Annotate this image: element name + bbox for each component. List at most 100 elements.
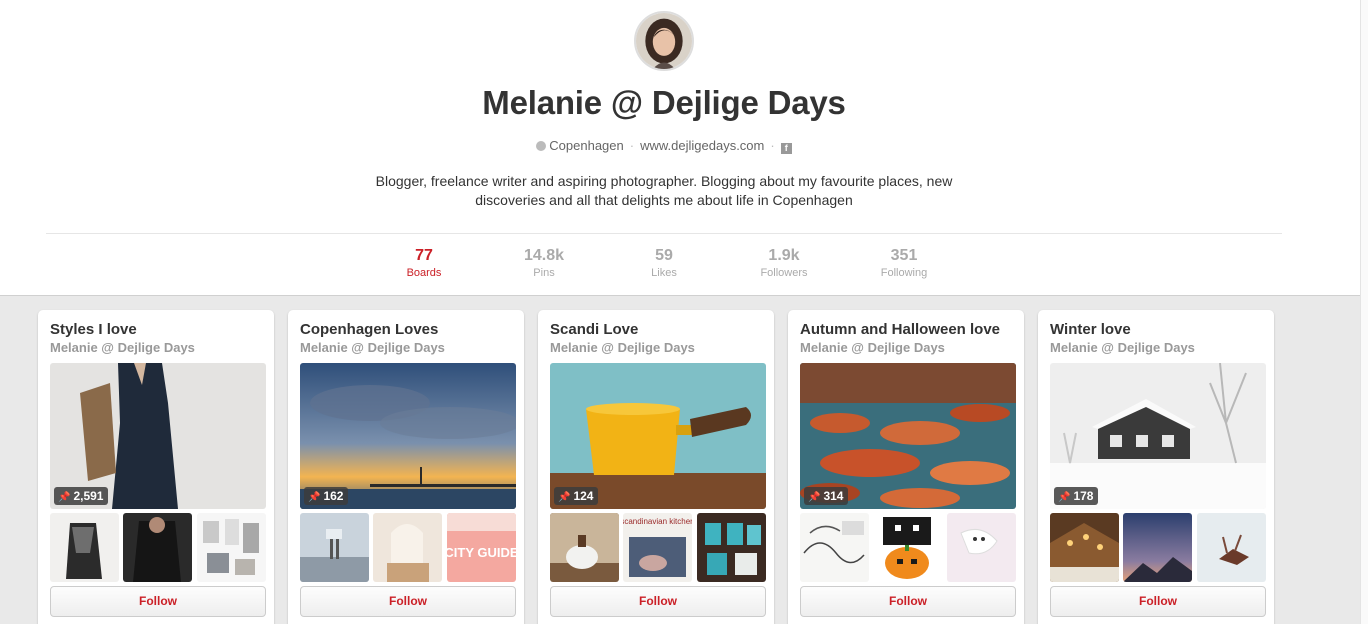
board-thumbnail[interactable] xyxy=(800,513,869,582)
board-cover-image[interactable]: 📌 314 xyxy=(800,363,1016,509)
avatar[interactable] xyxy=(634,11,694,71)
board-owner[interactable]: Melanie @ Dejlige Days xyxy=(800,340,945,355)
stat-pins-value: 14.8k xyxy=(523,247,565,264)
pin-count: 178 xyxy=(1073,489,1094,503)
thumbnail-photo xyxy=(300,513,369,582)
stat-likes[interactable]: 59 Likes xyxy=(619,247,709,279)
profile-about: Blogger, freelance writer and aspiring p… xyxy=(375,173,953,208)
board-owner[interactable]: Melanie @ Dejlige Days xyxy=(550,340,695,355)
board-card[interactable]: Copenhagen Loves Melanie @ Dejlige Days … xyxy=(288,310,524,624)
board-title[interactable]: Styles I love xyxy=(50,321,137,338)
stat-following-value: 351 xyxy=(890,247,918,264)
stat-followers-value: 1.9k xyxy=(768,247,800,264)
stat-pins-label: Pins xyxy=(533,267,555,279)
thumbnail-photo xyxy=(373,513,442,582)
board-card[interactable]: Styles I love Melanie @ Dejlige Days 📌 2,… xyxy=(38,310,274,624)
pin-count: 2,591 xyxy=(73,489,104,503)
follow-button[interactable]: Follow xyxy=(550,586,766,617)
stat-following-label: Following xyxy=(880,267,928,279)
profile-meta: Copenhagen · www.dejligedays.com · f xyxy=(0,138,1328,154)
pin-icon: 📌 xyxy=(308,492,321,503)
separator-dot: · xyxy=(629,138,635,153)
board-thumbnail[interactable] xyxy=(947,513,1016,582)
stat-boards-value: 77 xyxy=(415,247,433,264)
profile-location: Copenhagen xyxy=(549,138,624,153)
stat-followers-label: Followers xyxy=(760,267,808,279)
pin-count-badge: 📌 2,591 xyxy=(54,487,109,505)
board-thumbnail[interactable] xyxy=(550,513,619,582)
board-owner[interactable]: Melanie @ Dejlige Days xyxy=(50,340,195,355)
thumbnail-text: scandinavian kitchen xyxy=(623,517,692,526)
board-cover-image[interactable]: 📌 124 xyxy=(550,363,766,509)
board-thumbnail[interactable] xyxy=(300,513,369,582)
pin-count-badge: 📌 124 xyxy=(554,487,599,505)
profile-header: Melanie @ Dejlige Days Copenhagen · www.de… xyxy=(0,0,1368,296)
follow-button[interactable]: Follow xyxy=(300,586,516,617)
board-thumbnail[interactable] xyxy=(197,513,266,582)
pin-count-badge: 📌 162 xyxy=(304,487,349,505)
follow-button[interactable]: Follow xyxy=(800,586,1016,617)
thumbnail-photo xyxy=(697,513,766,582)
stat-likes-label: Likes xyxy=(651,267,677,279)
thumbnail-photo: scandinavian kitchen xyxy=(623,513,692,582)
thumbnail-photo xyxy=(800,513,869,582)
pin-icon: 📌 xyxy=(1058,492,1071,503)
pin-count: 314 xyxy=(823,489,844,503)
thumbnail-photo xyxy=(947,513,1016,582)
stat-boards-label: Boards xyxy=(406,267,442,279)
board-thumbnail[interactable] xyxy=(873,513,942,582)
board-thumbnail[interactable] xyxy=(373,513,442,582)
board-thumbnail[interactable]: scandinavian kitchen xyxy=(623,513,692,582)
board-thumbnail[interactable] xyxy=(697,513,766,582)
board-cover-image[interactable]: 📌 162 xyxy=(300,363,516,509)
board-thumbnail[interactable]: CITY GUIDE xyxy=(447,513,516,582)
board-title[interactable]: Winter love xyxy=(1050,321,1131,338)
board-card[interactable]: Winter love Melanie @ Dejlige Days 📌 178 … xyxy=(1038,310,1274,624)
board-owner[interactable]: Melanie @ Dejlige Days xyxy=(300,340,445,355)
stat-pins[interactable]: 14.8k Pins xyxy=(499,247,589,279)
pin-icon: 📌 xyxy=(558,492,571,503)
follow-button[interactable]: Follow xyxy=(50,586,266,617)
board-thumbnail[interactable] xyxy=(1050,513,1119,582)
stat-likes-value: 59 xyxy=(655,247,673,264)
avatar-image xyxy=(636,13,692,69)
thumbnail-photo xyxy=(197,513,266,582)
thumbnail-photo xyxy=(550,513,619,582)
thumbnail-photo xyxy=(123,513,192,582)
pin-count-badge: 📌 178 xyxy=(1054,487,1099,505)
board-title[interactable]: Copenhagen Loves xyxy=(300,321,438,338)
pin-count: 124 xyxy=(573,489,594,503)
profile-website-link[interactable]: www.dejligedays.com xyxy=(640,138,764,153)
thumbnail-photo xyxy=(1197,513,1266,582)
thumbnail-photo xyxy=(1123,513,1192,582)
board-thumbnail[interactable] xyxy=(1123,513,1192,582)
board-title[interactable]: Autumn and Halloween love xyxy=(800,321,1000,338)
facebook-icon[interactable]: f xyxy=(780,143,792,154)
location-icon xyxy=(536,141,547,151)
header-divider xyxy=(46,233,1282,234)
board-thumbnail[interactable] xyxy=(1197,513,1266,582)
thumbnail-text: CITY GUIDE xyxy=(447,545,516,560)
thumbnail-photo xyxy=(1050,513,1119,582)
stat-following[interactable]: 351 Following xyxy=(859,247,949,279)
board-title[interactable]: Scandi Love xyxy=(550,321,638,338)
thumbnail-photo: CITY GUIDE xyxy=(447,513,516,582)
stat-boards[interactable]: 77 Boards xyxy=(379,247,469,279)
board-thumbnail[interactable] xyxy=(50,513,119,582)
stat-followers[interactable]: 1.9k Followers xyxy=(739,247,829,279)
board-owner[interactable]: Melanie @ Dejlige Days xyxy=(1050,340,1195,355)
pin-icon: 📌 xyxy=(58,492,71,503)
pin-icon: 📌 xyxy=(808,492,821,503)
board-cover-image[interactable]: 📌 178 xyxy=(1050,363,1266,509)
board-thumbnail[interactable] xyxy=(123,513,192,582)
thumbnail-photo xyxy=(50,513,119,582)
pin-count: 162 xyxy=(323,489,344,503)
board-card[interactable]: Scandi Love Melanie @ Dejlige Days 📌 124 … xyxy=(538,310,774,624)
pin-count-badge: 📌 314 xyxy=(804,487,849,505)
separator-dot: · xyxy=(770,138,775,153)
board-cover-image[interactable]: 📌 2,591 xyxy=(50,363,266,509)
board-card[interactable]: Autumn and Halloween love Melanie @ Dejl… xyxy=(788,310,1024,624)
scrollbar[interactable] xyxy=(1360,0,1368,624)
follow-button[interactable]: Follow xyxy=(1050,586,1266,617)
thumbnail-photo xyxy=(873,513,942,582)
